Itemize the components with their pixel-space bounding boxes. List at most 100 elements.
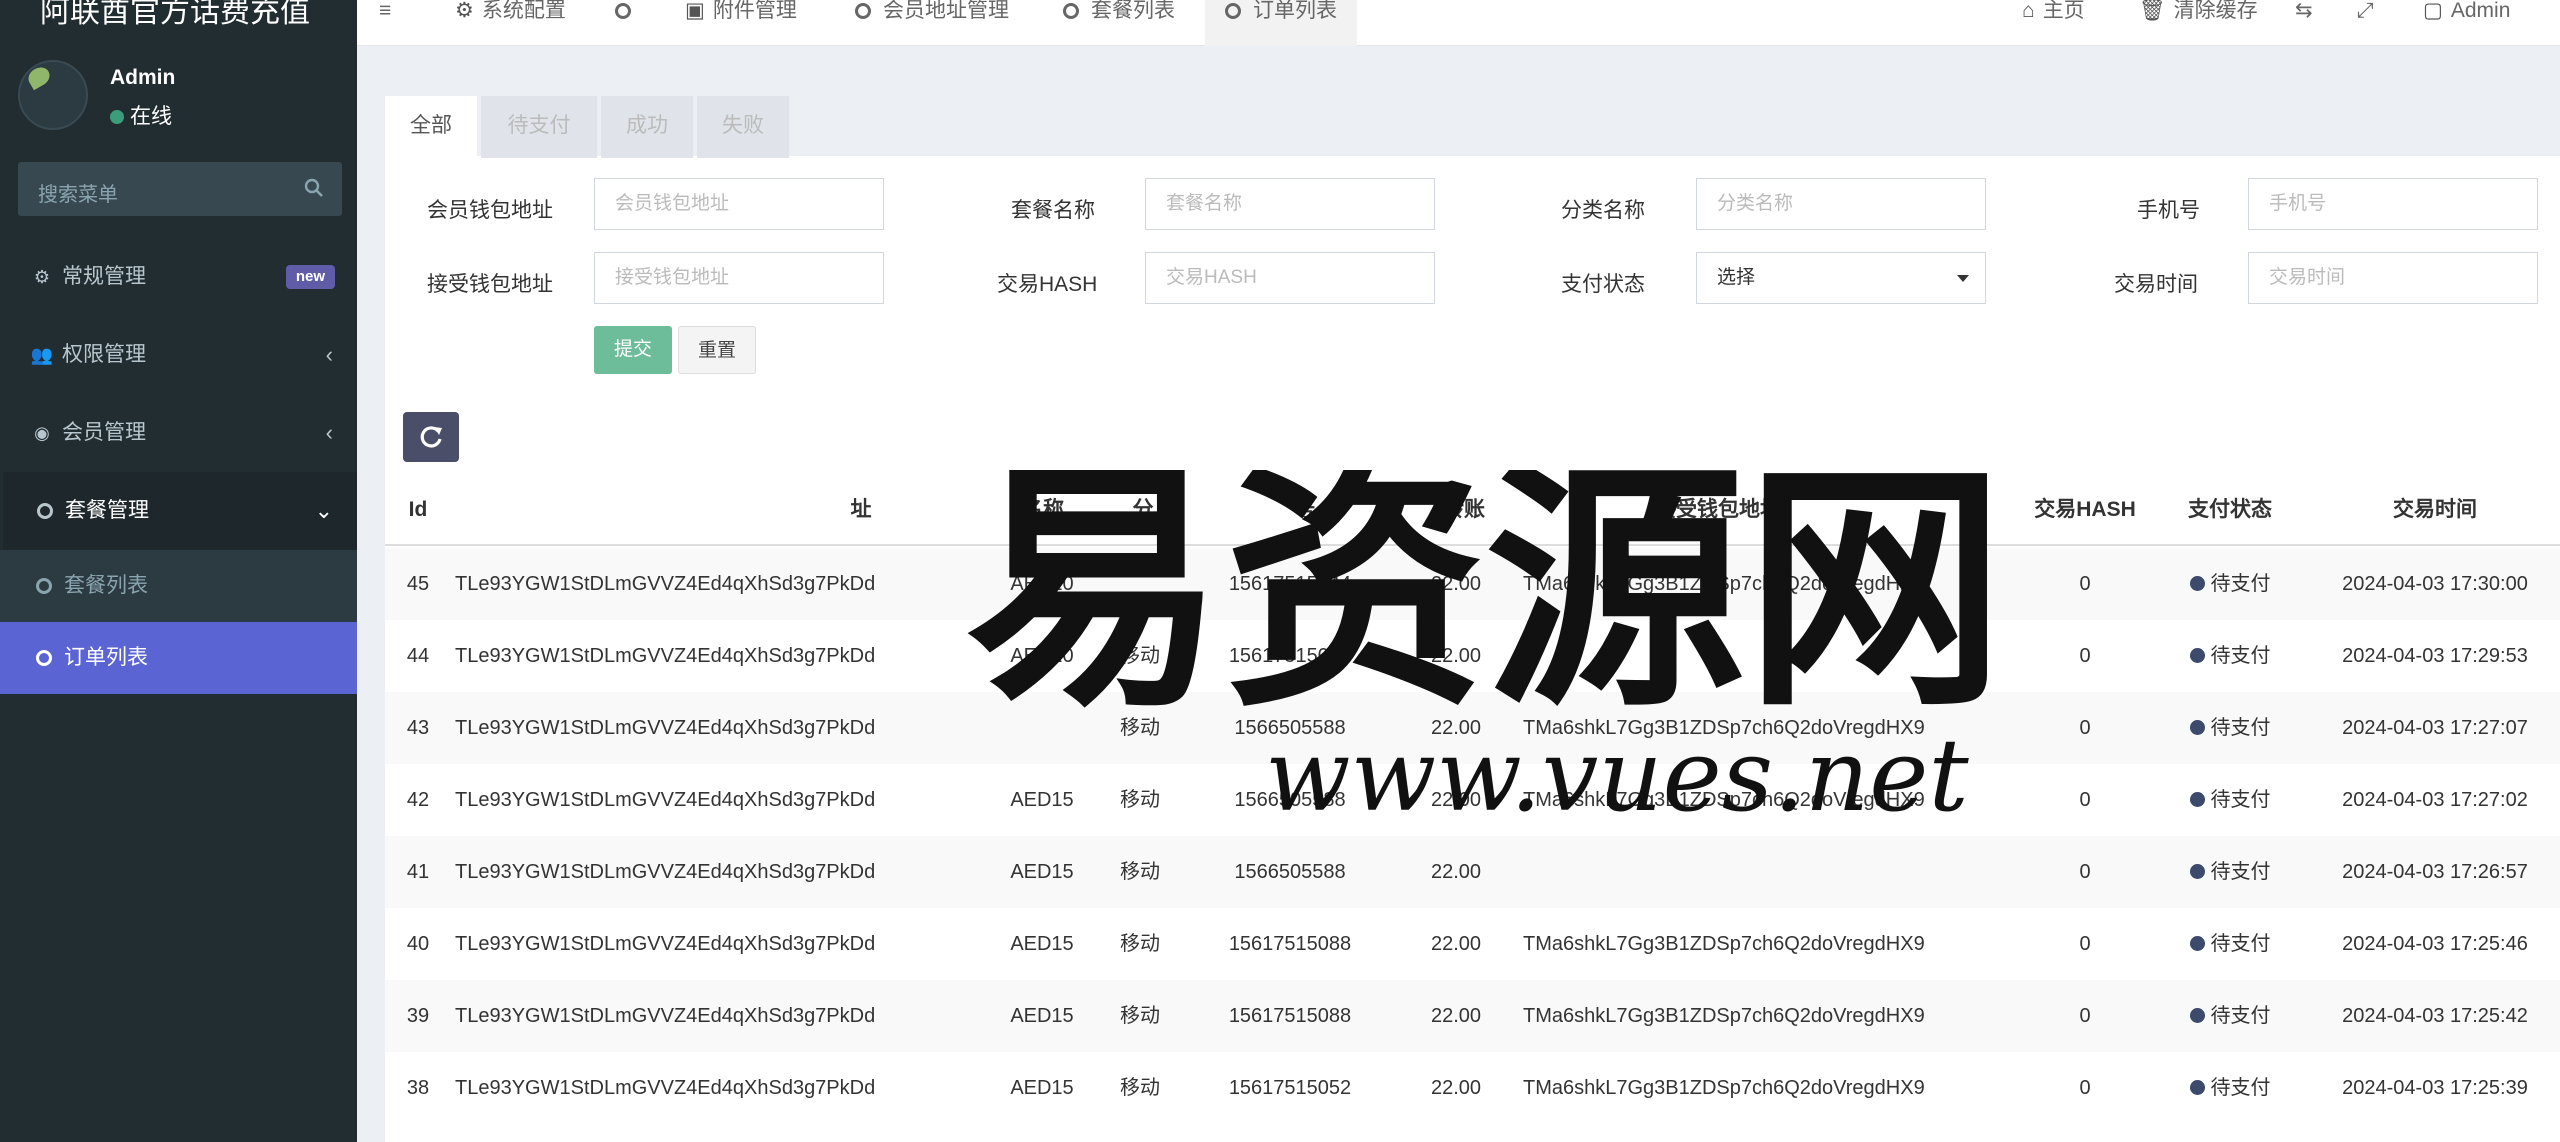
cogs-icon: ⚙ (33, 267, 51, 287)
cell-hash: 0 (2079, 1077, 2091, 1099)
reset-button[interactable]: 重置 (678, 326, 756, 374)
col-phone[interactable]: 号 (1285, 474, 1325, 546)
menu-search-input[interactable]: 搜索菜单 (18, 162, 342, 216)
ring-icon (1063, 3, 1079, 19)
cell-hash: 0 (2079, 1005, 2091, 1027)
col-member-wallet[interactable]: 址 (831, 474, 891, 546)
tx-time-input[interactable]: 交易时间 (2248, 252, 2538, 304)
sidebar-item-members[interactable]: ◉ 会员管理 ‹ (0, 394, 357, 472)
new-badge: new (285, 265, 335, 289)
cell-package: AED10 (1010, 645, 1074, 667)
cell-phone: 15617515088 (1228, 1005, 1352, 1027)
col-receive-wallet[interactable]: 接受钱包地址 (1523, 474, 1913, 546)
member-wallet-label: 会员钱包地址 (427, 199, 553, 222)
cell-time: 2024-04-03 17:25:42 (2342, 1005, 2528, 1027)
chevron-left-icon: ‹ (325, 342, 333, 367)
cell-hash: 0 (2079, 573, 2091, 595)
table-row[interactable]: 43 TLe93YGW1StDLmGVVZ4Ed4qXhSd3g7PkDd 移动 15… (385, 692, 2560, 764)
member-wallet-input[interactable]: 会员钱包地址 (594, 178, 884, 230)
sidebar-item-package-list[interactable]: 套餐列表 (0, 550, 357, 622)
tab-unnamed[interactable] (615, 0, 643, 26)
tab-all[interactable]: 全部 (385, 96, 477, 158)
cell-category: 移动 (1120, 645, 1160, 667)
tx-hash-input[interactable]: 交易HASH (1145, 252, 1435, 304)
table-row[interactable]: 44 TLe93YGW1StDLmGVVZ4Ed4qXhSd3g7PkDd AED1… (385, 620, 2560, 692)
col-hash[interactable]: 交易HASH (2015, 474, 2155, 546)
ring-icon (855, 3, 871, 19)
submit-button[interactable]: 提交 (594, 326, 672, 374)
translate-icon[interactable]: ⇆ (2295, 0, 2313, 26)
cell-status: 待支付 (2165, 908, 2295, 980)
cell-receive-wallet: TMa6shkL7Gg3B1ZDSp7ch6Q2doVregdHX9 (1523, 717, 1925, 739)
cell-id: 42 (406, 789, 430, 811)
tab-system-config[interactable]: ⚙ 系统配置 (455, 0, 566, 26)
tab-attachments[interactable]: ▣ 附件管理 (685, 0, 797, 26)
category-name-input[interactable]: 分类名称 (1696, 178, 1986, 230)
cell-hash: 0 (2079, 789, 2091, 811)
category-name-label: 分类名称 (1561, 199, 1645, 222)
tab-pending[interactable]: 待支付 (481, 96, 597, 158)
cell-status: 待支付 (2165, 692, 2295, 764)
status-text: 待支付 (2210, 1077, 2271, 1099)
col-time[interactable]: 交易时间 (2315, 474, 2555, 546)
menu-search-placeholder: 搜索菜单 (38, 184, 118, 206)
sidebar-submenu: 套餐列表 订单列表 (0, 550, 357, 694)
cell-time: 2024-04-03 17:29:53 (2342, 645, 2528, 667)
tab-member-address[interactable]: 会员地址管理 (855, 0, 1009, 26)
cell-package: AED15 (1010, 1077, 1074, 1099)
tab-label: 系统配置 (481, 0, 566, 22)
fullscreen-icon[interactable]: ⤢ (2357, 0, 2374, 26)
table-row[interactable]: 41 TLe93YGW1StDLmGVVZ4Ed4qXhSd3g7PkDd AED1… (385, 836, 2560, 908)
user-menu[interactable]: ▢ Admin (2423, 0, 2510, 26)
cell-phone: 15617515044 (1228, 573, 1352, 595)
home-link[interactable]: ⌂ 主页 (2022, 0, 2085, 26)
clear-cache-button[interactable]: 🗑 清除缓存 (2139, 0, 2258, 26)
tab-label: 套餐列表 (1091, 0, 1175, 22)
pay-status-select[interactable]: 选择 (1696, 252, 1986, 304)
phone-input[interactable]: 手机号 (2248, 178, 2538, 230)
tab-success[interactable]: 成功 (601, 96, 693, 158)
receive-wallet-input[interactable]: 接受钱包地址 (594, 252, 884, 304)
col-status[interactable]: 支付状态 (2165, 474, 2295, 546)
tab-label: 订单列表 (1253, 0, 1337, 22)
menu-toggle-icon[interactable]: ≡ (379, 0, 391, 26)
search-icon[interactable] (304, 178, 324, 198)
sidebar-item-label: 会员管理 (62, 421, 146, 444)
col-category[interactable]: 分 (1123, 474, 1163, 546)
tab-failed[interactable]: 失败 (697, 96, 789, 158)
cell-amount: 22.00 (1430, 789, 1482, 811)
user-status: 在线 (110, 100, 172, 130)
table-row[interactable]: 39 TLe93YGW1StDLmGVVZ4Ed4qXhSd3g7PkDd AED1… (385, 980, 2560, 1052)
cell-amount: 22.00 (1430, 861, 1482, 883)
user-circle-icon: ◉ (34, 423, 50, 443)
sidebar-item-general[interactable]: ⚙ 常规管理 new (0, 238, 357, 316)
table-row[interactable]: 45 TLe93YGW1StDLmGVVZ4Ed4qXhSd3g7PkDd AED1… (385, 548, 2560, 620)
cell-phone: 15617515044 (1228, 645, 1352, 667)
col-id[interactable]: Id (385, 474, 451, 546)
refresh-button[interactable] (403, 412, 459, 462)
table-row[interactable]: 38 TLe93YGW1StDLmGVVZ4Ed4qXhSd3g7PkDd AED1… (385, 1052, 2560, 1124)
cell-amount: 22.00 (1430, 1077, 1482, 1099)
table-row[interactable]: 40 TLe93YGW1StDLmGVVZ4Ed4qXhSd3g7PkDd AED1… (385, 908, 2560, 980)
tab-package-list[interactable]: 套餐列表 (1063, 0, 1175, 26)
cell-id: 39 (406, 1005, 430, 1027)
avatar (18, 60, 88, 130)
package-name-input[interactable]: 套餐名称 (1145, 178, 1435, 230)
col-amount[interactable]: 转账 (1429, 474, 1499, 546)
app-brand[interactable]: 阿联酋官方话费充值 (0, 0, 357, 46)
sidebar-menu: ⚙ 常规管理 new 👥 权限管理 ‹ ◉ 会员管理 ‹ 套餐管理 ⌄ 套餐列表 订单… (0, 238, 357, 694)
status-text: 待支付 (2210, 861, 2271, 883)
status-text: 待支付 (2210, 933, 2271, 955)
cell-hash: 0 (2079, 933, 2091, 955)
cell-time: 2024-04-03 17:27:07 (2342, 717, 2528, 739)
sidebar-item-permissions[interactable]: 👥 权限管理 ‹ (0, 316, 357, 394)
sidebar-item-order-list[interactable]: 订单列表 (0, 622, 357, 694)
col-package[interactable]: 名称 (1003, 474, 1083, 546)
table-row[interactable]: 42 TLe93YGW1StDLmGVVZ4Ed4qXhSd3g7PkDd AED1… (385, 764, 2560, 836)
sidebar-item-packages[interactable]: 套餐管理 ⌄ (0, 472, 357, 550)
cell-amount: 22.00 (1430, 573, 1482, 595)
tab-label: 会员地址管理 (883, 0, 1009, 22)
receive-wallet-label: 接受钱包地址 (427, 273, 553, 296)
cell-status: 待支付 (2165, 1052, 2295, 1124)
tab-order-list[interactable]: 订单列表 (1205, 0, 1357, 46)
